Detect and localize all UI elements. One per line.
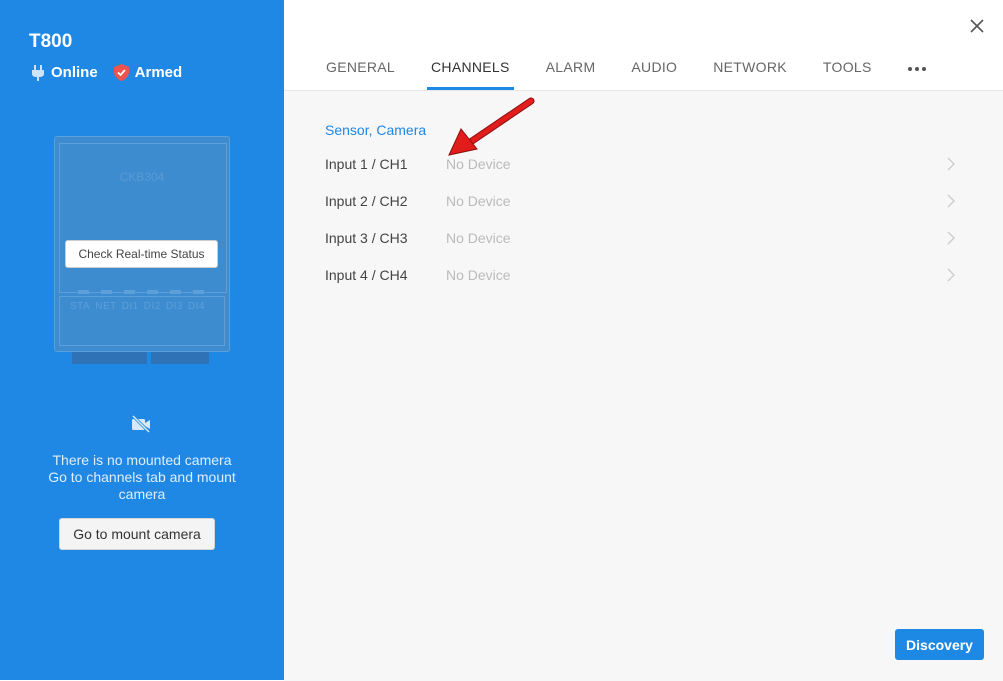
device-name: T800 (29, 31, 73, 52)
channel-label: Input 4 / CH4 (325, 267, 408, 283)
channel-row[interactable]: Input 3 / CH3 No Device (325, 228, 955, 248)
device-illustration: CKB304 Check Real-time Status STA NET DI1 D… (54, 136, 230, 352)
led-labels: STA NET DI1 DI2 DI3 DI4 (70, 301, 210, 312)
led (147, 290, 158, 294)
terminal-block (151, 352, 209, 364)
discovery-button[interactable]: Discovery (895, 629, 984, 660)
led (170, 290, 181, 294)
channel-value: No Device (446, 230, 511, 246)
chevron-right-icon (947, 268, 955, 282)
go-to-mount-camera-button[interactable]: Go to mount camera (59, 518, 215, 550)
more-dots-icon[interactable] (890, 50, 947, 88)
channel-label: Input 2 / CH2 (325, 193, 408, 209)
tab-network[interactable]: NETWORK (695, 50, 805, 88)
terminal-block (72, 352, 147, 364)
armed-label: Armed (134, 64, 183, 81)
channel-value: No Device (446, 267, 511, 283)
led-label: DI3 (165, 301, 183, 312)
channel-label: Input 1 / CH1 (325, 156, 408, 172)
armed-status: Armed (113, 64, 183, 81)
led (124, 290, 135, 294)
tab-tools[interactable]: TOOLS (805, 50, 890, 88)
camera-off-icon (131, 415, 151, 433)
annotation-arrow (448, 97, 535, 156)
channel-row[interactable]: Input 1 / CH1 No Device (325, 154, 955, 174)
channels-panel: Sensor, Camera Input 1 / CH1 No Device I… (284, 90, 1003, 681)
online-status: Online (31, 64, 98, 81)
led (193, 290, 204, 294)
tab-bar: GENERAL CHANNELS ALARM AUDIO NETWORK TOO… (308, 50, 947, 90)
chevron-right-icon (947, 194, 955, 208)
chevron-right-icon (947, 231, 955, 245)
channel-row[interactable]: Input 4 / CH4 No Device (325, 265, 955, 285)
led-label: DI2 (143, 301, 161, 312)
online-label: Online (51, 64, 98, 81)
tab-channels[interactable]: CHANNELS (413, 50, 528, 90)
tab-alarm[interactable]: ALARM (528, 50, 614, 88)
tab-general[interactable]: GENERAL (308, 50, 413, 88)
led-label: NET (95, 301, 117, 312)
section-title: Sensor, Camera (325, 122, 427, 138)
no-camera-message: There is no mounted camera Go to channel… (30, 452, 254, 503)
close-icon[interactable] (967, 16, 987, 36)
led (101, 290, 112, 294)
plug-icon (32, 64, 44, 81)
chevron-right-icon (947, 157, 955, 171)
device-sidebar: T800 Online Armed CKB304 Check Real-time… (0, 0, 284, 680)
channel-row[interactable]: Input 2 / CH2 No Device (325, 191, 955, 211)
channel-label: Input 3 / CH3 (325, 230, 408, 246)
led-label: DI1 (121, 301, 139, 312)
check-realtime-status-button[interactable]: Check Real-time Status (65, 240, 218, 268)
tab-audio[interactable]: AUDIO (613, 50, 695, 88)
device-body (59, 143, 227, 293)
status-row: Online Armed (31, 64, 198, 81)
led-label: DI4 (187, 301, 205, 312)
device-model: CKB304 (119, 170, 165, 184)
device-leds (78, 290, 216, 294)
shield-icon (113, 64, 129, 81)
no-camera-text: There is no mounted camera Go to channel… (48, 452, 236, 502)
led (78, 290, 89, 294)
led-label: STA (70, 301, 91, 312)
channel-value: No Device (446, 193, 511, 209)
